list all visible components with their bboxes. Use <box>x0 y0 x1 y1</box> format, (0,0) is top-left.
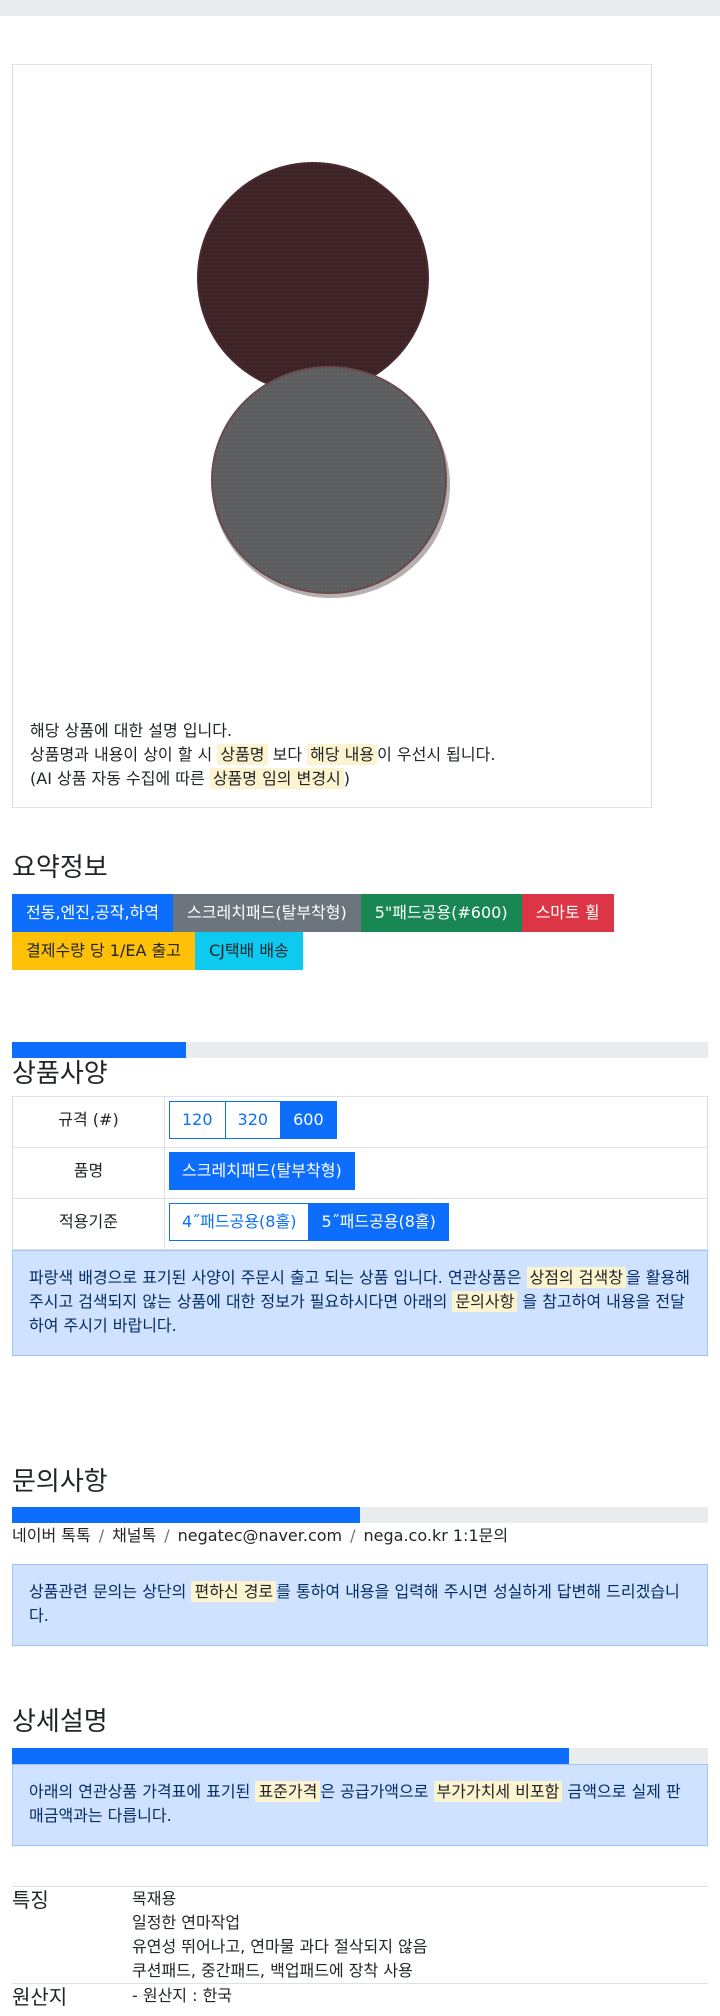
caption-line-1: 해당 상품에 대한 설명 입니다. <box>30 721 233 740</box>
spec-label: 적용기준 <box>12 1198 165 1250</box>
origin-row: 원산지 - 원산지 : 한국 <box>12 1984 708 2010</box>
link-site-inquiry[interactable]: nega.co.kr 1:1문의 <box>364 1526 509 1545</box>
spec-notice-alert: 파랑색 배경으로 표기된 사양이 주문시 출고 되는 상품 입니다. 연관상품은… <box>12 1250 708 1356</box>
size-option-320[interactable]: 320 <box>224 1101 282 1139</box>
highlight: 편하신 경로 <box>191 1581 277 1602</box>
highlight: 해당 내용 <box>307 744 378 765</box>
spec-row-size: 규격 (#) 120 320 600 <box>12 1096 708 1148</box>
top-bar <box>0 0 720 16</box>
detail-features-list: 특징 목재용 일정한 연마작업 유연성 뛰어나고, 연마물 과다 절삭되지 않음… <box>12 1886 708 1983</box>
summary-tags-row-1: 전동,엔진,공작,하역 스크레치패드(탈부착형) 5"패드공용(#600) 스마… <box>12 894 614 932</box>
detail-notice-alert: 아래의 연관상품 가격표에 표기된 표준가격 은 공급가액으로 부가가치세 비포함… <box>12 1764 708 1846</box>
size-option-group: 120 320 600 <box>169 1101 703 1139</box>
standard-option-4inch[interactable]: 4˝패드공용(8홀) <box>169 1203 310 1241</box>
detail-origin-list: 원산지 - 원산지 : 한국 <box>12 1983 708 2010</box>
spec-label: 품명 <box>12 1147 165 1199</box>
size-option-600[interactable]: 600 <box>280 1101 337 1139</box>
spec-progress-fill <box>12 1042 186 1058</box>
inquiry-links: 네이버 톡톡 / 채널톡 / negatec@naver.com / nega.co.kr … <box>12 1524 508 1548</box>
tag-spec[interactable]: 5"패드공용(#600) <box>360 894 522 932</box>
highlight: 상품명 <box>217 744 268 765</box>
summary-tags-row-2: 결제수량 당 1/EA 출고 CJ택배 배송 <box>12 932 303 970</box>
feature-item: 목재용 <box>132 1889 177 1908</box>
inquiry-notice-alert: 상품관련 문의는 상단의 편하신 경로 를 통하여 내용을 입력해 주시면 성실하… <box>12 1564 708 1646</box>
sanding-pad-pair-image <box>13 65 651 705</box>
top-pad <box>197 162 429 394</box>
highlight: 부가가치세 비포함 <box>433 1781 563 1802</box>
tag-product-name[interactable]: 스크레치패드(탈부착형) <box>173 894 361 932</box>
spec-title: 상품사양 <box>12 1059 108 1089</box>
tag-shipping-qty[interactable]: 결제수량 당 1/EA 출고 <box>12 932 195 970</box>
highlight: 상점의 검색창 <box>526 1267 626 1288</box>
standard-option-group: 4˝패드공용(8홀) 5˝패드공용(8홀) <box>169 1203 703 1241</box>
name-option-scratch-pad[interactable]: 스크레치패드(탈부착형) <box>169 1152 355 1190</box>
standard-option-5inch[interactable]: 5˝패드공용(8홀) <box>308 1203 449 1241</box>
features-desc: 목재용 일정한 연마작업 유연성 뛰어나고, 연마물 과다 절삭되지 않음 쿠션… <box>132 1887 427 1983</box>
origin-desc: - 원산지 : 한국 <box>132 1984 232 2010</box>
feature-item: 쿠션패드, 중간패드, 백업패드에 장착 사용 <box>132 1961 413 1980</box>
detail-title: 상세설명 <box>12 1707 108 1737</box>
spec-label: 규격 (#) <box>12 1096 165 1148</box>
name-option-group: 스크레치패드(탈부착형) <box>169 1152 703 1190</box>
highlight: 상품명 임의 변경시 <box>209 768 344 789</box>
feature-item: 유연성 뛰어나고, 연마물 과다 절삭되지 않음 <box>132 1937 428 1956</box>
highlight: 표준가격 <box>255 1781 321 1802</box>
link-email[interactable]: negatec@naver.com <box>178 1526 342 1545</box>
tag-category[interactable]: 전동,엔진,공작,하역 <box>12 894 174 932</box>
size-option-120[interactable]: 120 <box>169 1101 226 1139</box>
separator: / <box>350 1526 356 1545</box>
separator: / <box>164 1526 170 1545</box>
spec-progress-bar <box>12 1042 708 1058</box>
image-caption: 해당 상품에 대한 설명 입니다. 상품명과 내용이 상이 할 시 상품명 보다… <box>30 719 495 791</box>
highlight: 문의사항 <box>452 1291 518 1312</box>
tag-delivery[interactable]: CJ택배 배송 <box>194 932 303 970</box>
features-term: 특징 <box>12 1888 49 1912</box>
inquiry-title: 문의사항 <box>12 1467 108 1497</box>
spec-table: 규격 (#) 120 320 600 품명 스크레치패드(탈부착형) 적용기준 … <box>12 1096 708 1250</box>
caption-line-2: 상품명과 내용이 상이 할 시 상품명 보다 해당 내용 이 우선시 됩니다. <box>30 744 496 765</box>
spec-row-name: 품명 스크레치패드(탈부착형) <box>12 1147 708 1199</box>
separator: / <box>98 1526 105 1545</box>
tag-brand[interactable]: 스마토 휠 <box>521 894 614 932</box>
link-naver-talk[interactable]: 네이버 톡톡 <box>12 1526 91 1545</box>
inquiry-progress-bar <box>12 1507 708 1523</box>
detail-progress-fill <box>12 1748 569 1764</box>
summary-title: 요약정보 <box>12 853 108 883</box>
spec-row-standard: 적용기준 4˝패드공용(8홀) 5˝패드공용(8홀) <box>12 1198 708 1250</box>
bottom-pad <box>211 366 447 594</box>
caption-line-3: (AI 상품 자동 수집에 따른 상품명 임의 변경시) <box>30 768 351 789</box>
link-channel-talk[interactable]: 채널톡 <box>112 1526 156 1545</box>
detail-progress-bar <box>12 1748 708 1764</box>
feature-item: 일정한 연마작업 <box>132 1913 241 1932</box>
product-image-card: 해당 상품에 대한 설명 입니다. 상품명과 내용이 상이 할 시 상품명 보다… <box>12 64 652 808</box>
origin-item: - 원산지 : 한국 <box>132 1986 233 2005</box>
origin-term: 원산지 <box>12 1985 68 2009</box>
inquiry-progress-fill <box>12 1507 360 1523</box>
features-row: 특징 목재용 일정한 연마작업 유연성 뛰어나고, 연마물 과다 절삭되지 않음… <box>12 1887 708 1983</box>
